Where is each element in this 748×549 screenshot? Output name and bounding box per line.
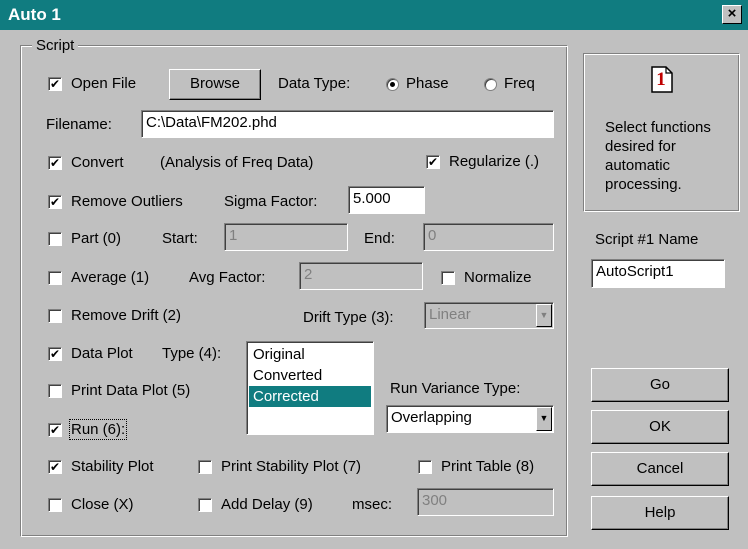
freq-radio-label: Freq (504, 75, 535, 92)
cancel-button[interactable]: Cancel (591, 452, 729, 486)
print-table-checkbox[interactable] (418, 460, 432, 474)
average-checkbox[interactable] (48, 271, 62, 285)
close-checkbox[interactable] (48, 498, 62, 512)
remove-outliers-checkbox[interactable]: ✔ (48, 195, 62, 209)
freq-radio[interactable] (484, 78, 497, 91)
listbox-item[interactable]: Converted (249, 365, 371, 386)
phase-radio[interactable] (386, 78, 399, 91)
info-icon: 1 (651, 66, 673, 93)
run-variance-type-label: Run Variance Type: (390, 380, 521, 397)
start-label: Start: (162, 230, 198, 247)
part-checkbox[interactable] (48, 232, 62, 246)
avg-factor-label: Avg Factor: (189, 269, 266, 286)
remove-drift-label: Remove Drift (2) (71, 307, 182, 324)
print-data-plot-checkbox[interactable] (48, 384, 62, 398)
help-button[interactable]: Help (591, 496, 729, 530)
print-stability-plot-label: Print Stability Plot (7) (221, 458, 362, 475)
run-variance-type-dropdown[interactable]: Overlapping ▼ (386, 405, 554, 433)
radio-selected-dot (390, 82, 395, 87)
plot-type-listbox[interactable]: Original Converted Corrected (246, 341, 374, 435)
sigma-factor-label: Sigma Factor: (224, 193, 318, 210)
run-variance-type-value: Overlapping (391, 409, 472, 426)
stability-plot-checkbox[interactable]: ✔ (48, 460, 62, 474)
listbox-item[interactable]: Original (249, 344, 371, 365)
average-label: Average (1) (71, 269, 150, 286)
info-text: Select functions desired for automatic p… (605, 119, 711, 193)
sigma-factor-input[interactable]: 5.000 (348, 186, 425, 214)
data-plot-label: Data Plot (71, 345, 133, 362)
plot-type-label: Type (4): (162, 345, 222, 362)
filename-input[interactable]: C:\Data\FM202.phd (141, 110, 554, 138)
listbox-item-selected[interactable]: Corrected (249, 386, 371, 407)
print-stability-plot-checkbox[interactable] (198, 460, 212, 474)
stability-plot-label: Stability Plot (71, 458, 154, 475)
avg-factor-input[interactable]: 2 (299, 262, 423, 290)
convert-note: (Analysis of Freq Data) (160, 154, 314, 171)
script-name-label: Script #1 Name (595, 231, 699, 248)
script-name-input[interactable]: AutoScript1 (591, 259, 725, 288)
convert-checkbox[interactable]: ✔ (48, 156, 62, 170)
remove-outliers-label: Remove Outliers (71, 193, 183, 210)
close-label: Close (X) (71, 496, 134, 513)
filename-label: Filename: (46, 116, 112, 133)
drift-type-label: Drift Type (3): (303, 309, 394, 326)
chevron-down-icon[interactable]: ▼ (536, 304, 552, 327)
drift-type-dropdown[interactable]: Linear ▼ (424, 302, 554, 329)
run-label: Run (6): (68, 419, 128, 440)
title-bar: Auto 1 (0, 0, 748, 30)
remove-drift-checkbox[interactable] (48, 309, 62, 323)
drift-type-value: Linear (429, 306, 471, 323)
msec-label: msec: (352, 496, 393, 513)
end-label: End: (364, 230, 395, 247)
close-button[interactable]: × (722, 5, 742, 24)
ok-button[interactable]: OK (591, 410, 729, 444)
window-title: Auto 1 (8, 5, 61, 24)
data-plot-checkbox[interactable]: ✔ (48, 347, 62, 361)
print-data-plot-label: Print Data Plot (5) (71, 382, 191, 399)
regularize-checkbox[interactable]: ✔ (426, 155, 440, 169)
data-type-label: Data Type: (278, 75, 351, 92)
open-file-label: Open File (71, 75, 137, 92)
phase-radio-label: Phase (406, 75, 449, 92)
start-input[interactable]: 1 (224, 223, 348, 251)
chevron-down-icon[interactable]: ▼ (536, 407, 552, 431)
normalize-label: Normalize (464, 269, 532, 286)
go-button[interactable]: Go (591, 368, 729, 402)
close-icon: × (727, 5, 737, 22)
end-input[interactable]: 0 (423, 223, 554, 251)
part-label: Part (0) (71, 230, 122, 247)
open-file-checkbox[interactable]: ✔ (48, 77, 62, 91)
script-group-label: Script (32, 37, 79, 54)
run-checkbox[interactable]: ✔ (48, 423, 62, 437)
convert-label: Convert (71, 154, 124, 171)
browse-button[interactable]: Browse (169, 69, 261, 100)
info-icon-number: 1 (656, 69, 666, 90)
normalize-checkbox[interactable] (441, 271, 455, 285)
regularize-label: Regularize (.) (449, 153, 540, 170)
msec-input[interactable]: 300 (417, 488, 554, 516)
print-table-label: Print Table (8) (441, 458, 535, 475)
add-delay-label: Add Delay (9) (221, 496, 313, 513)
add-delay-checkbox[interactable] (198, 498, 212, 512)
